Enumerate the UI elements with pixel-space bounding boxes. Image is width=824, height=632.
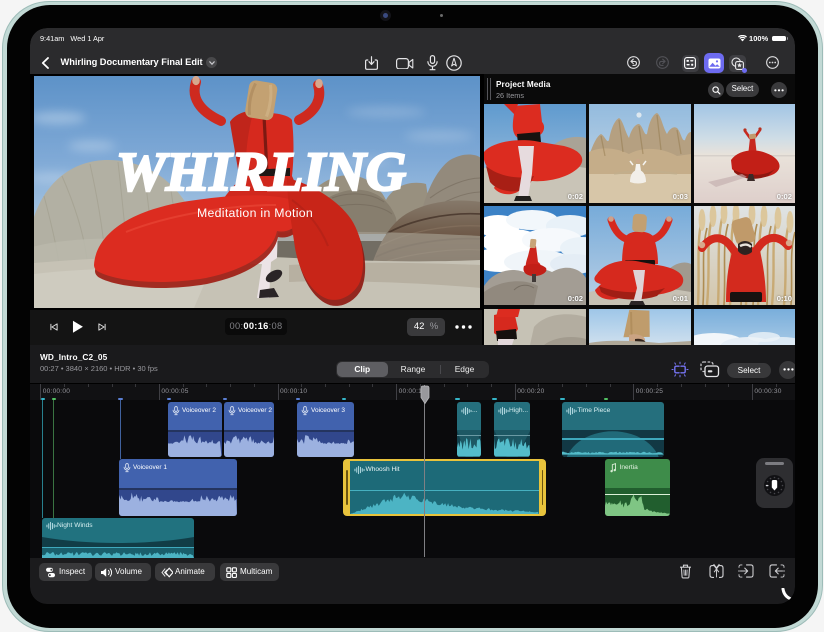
svg-text:WHIRLING: WHIRLING	[116, 141, 406, 202]
svg-text:Meditation in Motion: Meditation in Motion	[196, 206, 312, 220]
